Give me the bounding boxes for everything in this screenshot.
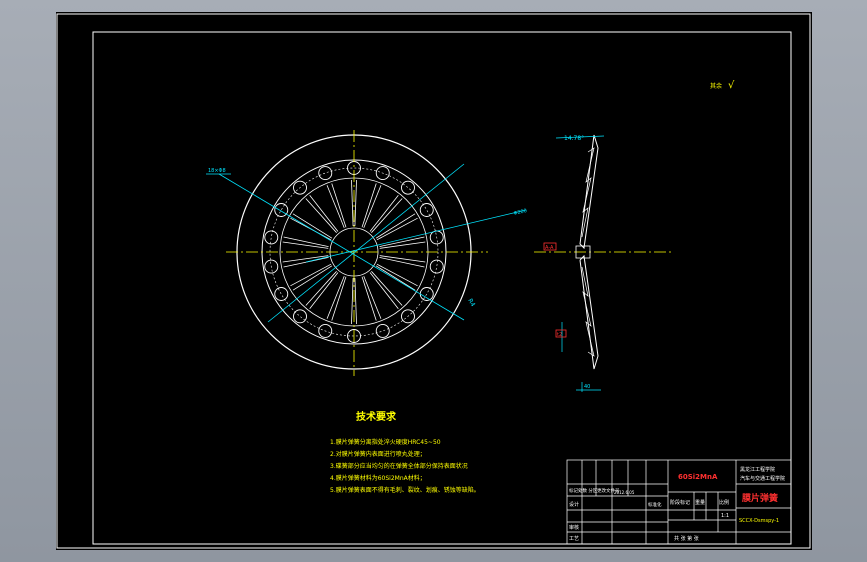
tb-check: 审核 [569,524,579,531]
requirements-title: 技术要求 [356,410,397,423]
finger-slot-line [305,198,337,233]
finger-slot-line [371,198,403,233]
spring-hole [293,309,307,324]
requirement-item: 1.膜片弹簧分离指处淬火硬度HRC45~50 [330,438,441,446]
tb-standard: 标准化 [648,501,662,508]
thick-tag-text: t2 [557,332,562,338]
finger-slot-line [361,183,377,228]
cad-drawing: 18×Φ8 Φ200 R4 14.78° 40 A-A t2 其余 √ 技术要求… [56,13,811,549]
finger-slot-line [363,275,382,319]
finger-slot-line [354,180,357,227]
spring-hole [419,287,434,301]
tb-scale: 1:1 [721,513,729,519]
finger-slot-line [292,213,333,239]
tb-stage-label: 阶段标记 [670,499,690,506]
requirement-item: 3.碟簧部分应当均匀的在弹簧全体部分保持表面状况 [330,462,468,470]
finger-slot-line [351,180,354,227]
tb-drawing-no: SCCX-Dsmspy-1 [739,518,779,524]
requirement-item: 2.对膜片弹簧内表面进行喷丸处理； [330,450,426,458]
height-dim-text: 40 [584,384,590,390]
tb-scale-label: 比例 [719,499,729,506]
tb-date: 2012.6.05 [614,490,635,495]
upper-profile [579,134,599,250]
dim-radial-text: Φ200 [513,208,527,217]
roughness-symbol: √ [728,80,735,91]
angle-dim-text: 14.78° [564,135,584,142]
tb-design: 设计 [569,501,579,508]
finger-slot-line [351,277,354,324]
lower-profile [579,254,599,370]
finger-slot-line [375,213,416,239]
dim-r-text: R4 [466,298,476,309]
dim-line-2 [267,163,465,323]
finger-slot-line [326,185,345,229]
finger-slot-line [376,263,418,287]
finger-slot-line [363,185,382,229]
spring-hole [429,259,444,274]
finger-slot-line [326,275,345,319]
finger-slot-line [309,195,339,232]
tb-process: 工艺 [569,536,579,542]
spring-hole [419,203,434,217]
roughness-note: 其余 [710,82,722,90]
dim-line-3 [305,209,527,263]
side-view: 14.78° 40 A-A t2 [534,134,672,392]
spring-hole [274,203,289,217]
finger-slot-line [331,183,347,228]
tb-material: 60Si2MnA [678,473,718,481]
tb-school: 黑龙江工程学院 [740,466,775,473]
finger-slot-line [290,263,332,287]
requirements-list: 1.膜片弹簧分离指处淬火硬度HRC45~50 2.对膜片弹簧内表面进行喷丸处理；… [330,438,480,494]
finger-slot-line [371,271,403,306]
requirement-item: 4.膜片弹簧材料为60Si2MnA材料； [330,474,426,482]
finger-slot-line [375,265,416,291]
section-tag-text: A-A [545,245,554,251]
tb-sheet: 共 张 第 张 [674,535,699,542]
spring-hole [274,287,289,301]
dim-holes-text: 18×Φ8 [208,168,226,174]
finger-slot-line [361,276,377,321]
spring-hole [264,230,279,245]
finger-slot-line [354,277,357,324]
drawing-canvas: 18×Φ8 Φ200 R4 14.78° 40 A-A t2 其余 √ 技术要求… [56,12,812,550]
front-view: 18×Φ8 Φ200 R4 [206,130,528,376]
requirement-item: 5.膜片弹簧表面不得有毛刺、裂纹、划痕、锈蚀等缺陷。 [330,486,480,494]
finger-slot-line [331,276,347,321]
tb-part-name: 膜片弹簧 [741,492,778,504]
finger-slot-line [369,195,399,232]
tb-weight-label: 重量 [695,499,705,506]
spring-hole [375,323,390,338]
tb-department: 汽车与交通工程学院 [740,475,785,482]
tb-misc1: 标记处数 分区 [569,487,598,494]
finger-slot-line [309,272,339,309]
finger-slot-line [305,271,337,306]
